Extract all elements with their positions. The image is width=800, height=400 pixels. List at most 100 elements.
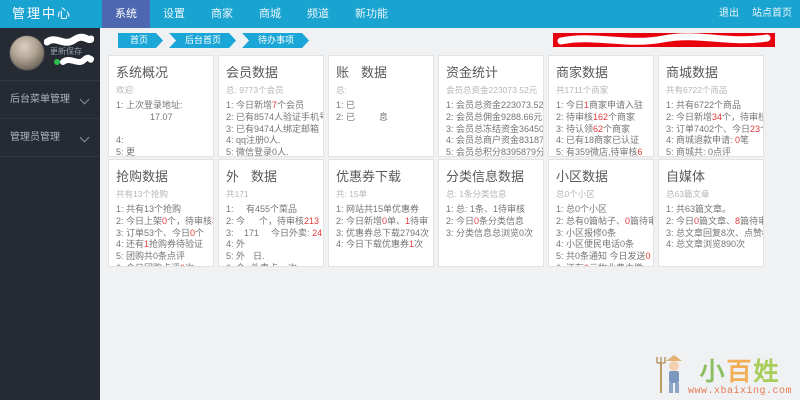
stat-card: 抢购数据共有13个抢购 1: 共有13个抢购2: 今日上架0个，待审核3个3: 订… bbox=[108, 159, 214, 267]
sidebar-menu: 后台菜单管理 管理员管理 bbox=[0, 81, 100, 157]
redacted-text-gap bbox=[135, 149, 163, 155]
card-subtitle: 总: 9773个会员 bbox=[226, 85, 284, 95]
top-header-bar: 管理中心 系统 设置 商家 商城 频道 新功能 退出 站点首页 bbox=[0, 0, 800, 28]
notice-banner bbox=[553, 33, 775, 47]
card-stat-line: 5: 共0条通知 今日发送0 bbox=[556, 251, 651, 262]
card-title: 分类信息数据 bbox=[446, 169, 525, 184]
card-title: 系统概况 bbox=[116, 65, 169, 80]
stat-card: 分类信息数据 总: 1条分类信息 1: 总: 1条、1待审核 2: 今日0条分类信息 3… bbox=[438, 159, 544, 267]
card-stat-line: 3: 已有9474人绑定邮箱 bbox=[226, 123, 320, 134]
card-stat-line: 2: 今日新增0单、1待审 bbox=[336, 215, 429, 226]
card-subtitle: 会员总资金223073.52元 bbox=[446, 85, 538, 95]
card-stat-line: 4: 还有1抢购券待验证 bbox=[116, 239, 204, 250]
sidebar-item-管理员管理[interactable]: 管理员管理 bbox=[0, 119, 100, 157]
redacted-text-gap bbox=[355, 114, 379, 120]
nav-item-商城[interactable]: 商城 bbox=[246, 0, 294, 28]
card-stat-line: 1: 有455个菜品 bbox=[226, 204, 298, 214]
chevron-down-icon bbox=[79, 94, 90, 105]
card-title: 自媒体 bbox=[666, 169, 706, 184]
breadcrumb-后台首页[interactable]: 后台首页 bbox=[169, 33, 236, 48]
redacted-text-gap bbox=[278, 265, 288, 266]
profile-panel: 更新保存 bbox=[0, 28, 100, 81]
card-title: 账数据 bbox=[336, 65, 388, 80]
card-stat-line: 6: 今外卖点次 bbox=[226, 263, 316, 266]
card-stat-line: 1: 共有6722个商品 bbox=[666, 100, 742, 110]
nav-item-系统[interactable]: 系统 bbox=[102, 0, 150, 28]
card-title: 资金统计 bbox=[446, 65, 499, 80]
redacted-text-gap bbox=[249, 191, 269, 197]
breadcrumb-首页[interactable]: 首页 bbox=[118, 33, 163, 48]
card-title: 外数据 bbox=[226, 169, 278, 184]
logout-link[interactable]: 退出 bbox=[719, 0, 739, 28]
redacted-text-gap bbox=[245, 218, 259, 224]
card-stat-line: 4: 总文章浏览890次 bbox=[666, 239, 746, 250]
watermark-brand-text: 小百姓 bbox=[699, 358, 781, 386]
card-stat-line: 5: 更 bbox=[116, 147, 206, 156]
card-stat-line: 3: 订单7402个、今日23个 bbox=[666, 123, 763, 134]
sidebar-item-后台菜单管理[interactable]: 后台菜单管理 bbox=[0, 81, 100, 119]
card-stat-line: 1: 已 bbox=[336, 100, 426, 112]
card-stat-line: 1: 共有13个抢购 bbox=[116, 204, 182, 214]
card-stat-line: 3: 分类信息总浏览0次 bbox=[446, 227, 534, 238]
card-stat-line: 5: 微信登录0人. bbox=[226, 147, 289, 157]
card-stat-line: 2: 今日新增34个，待审核47个 bbox=[666, 111, 764, 122]
card-stat-line: 4: 会员总商户资金83187.19元 bbox=[446, 135, 544, 146]
card-stat-line: 5: 团购共0条点评 bbox=[116, 251, 186, 262]
redacted-text-gap bbox=[135, 87, 177, 93]
card-stat-line: 1: 会员总资金223073.52元 bbox=[446, 100, 544, 110]
site-home-link[interactable]: 站点首页 bbox=[752, 0, 792, 28]
nav-item-设置[interactable]: 设置 bbox=[150, 0, 198, 28]
card-stat-line: 2: 今日0条分类信息 bbox=[446, 215, 525, 226]
card-subtitle: 总: bbox=[336, 84, 426, 96]
card-title: 商城数据 bbox=[666, 65, 719, 80]
redacted-text-gap bbox=[116, 114, 150, 120]
card-stat-line: 3: 待认领62个商家 bbox=[556, 123, 631, 134]
stat-card: 资金统计 会员总资金223073.52元 1: 会员总资金223073.52元 2: … bbox=[438, 55, 544, 157]
card-subtitle: 总63篇文章 bbox=[666, 189, 710, 199]
redacted-text-gap bbox=[355, 102, 383, 108]
redacted-text-gap bbox=[236, 230, 244, 236]
card-stat-line: 1: 总0个小区 bbox=[556, 204, 608, 214]
card-subtitle: 总0个小区 bbox=[556, 189, 595, 199]
card-stat-line: 4: bbox=[116, 135, 206, 147]
stat-card: 小区数据总0个小区 1: 总0个小区2: 总有0篇帖子、0篇待审核3: 小区报修0… bbox=[548, 159, 654, 267]
card-stat-line: 6: 今日团购点评0次 bbox=[116, 263, 206, 266]
site-watermark: 小百姓 www.xbaixing.com bbox=[656, 353, 792, 397]
stat-card: 外数据 共171 1: 有455个菜品 2: 今个，待审核213 3: 171 今日外卖:… bbox=[218, 159, 324, 267]
card-stat-line: 1: 今日新增7个会员 bbox=[226, 100, 305, 110]
redacted-text-gap bbox=[116, 126, 132, 132]
card-stat-line: 6: 还有0元物业费未缴 bbox=[556, 263, 646, 266]
card-stat-line: 2: 已息 bbox=[336, 111, 389, 122]
redacted-text-gap bbox=[347, 87, 369, 93]
redacted-text-gap bbox=[239, 175, 251, 181]
card-subtitle: 共: 15单 bbox=[336, 189, 368, 199]
online-status-dot bbox=[54, 59, 60, 65]
card-stat-line: 4: 已有18商家已认证 bbox=[556, 135, 640, 146]
update-save-button[interactable]: 更新保存 bbox=[50, 46, 82, 57]
nav-item-新功能[interactable]: 新功能 bbox=[342, 0, 401, 28]
card-stat-line: 1: 上次登录地址: bbox=[116, 100, 206, 112]
card-stat-line: 5: 会员总积分8395879分 bbox=[446, 147, 544, 157]
breadcrumb: 首页 后台首页 待办事项 bbox=[118, 33, 309, 48]
nav-item-频道[interactable]: 频道 bbox=[294, 0, 342, 28]
card-stat-line bbox=[116, 124, 206, 136]
card-title: 小区数据 bbox=[556, 169, 609, 184]
stat-card: 优惠券下载 共: 15单 1: 网站共15单优惠券 2: 今日新增0单、1待审 3: 优… bbox=[328, 159, 434, 267]
card-stat-line: 17.07 bbox=[116, 112, 206, 124]
card-stat-line: 3: 优惠券总下载2794次 bbox=[336, 227, 430, 238]
nav-item-商家[interactable]: 商家 bbox=[198, 0, 246, 28]
card-stat-line: 3: 订单53个、今日0个 bbox=[116, 227, 205, 238]
stat-card: 账数据总: 1: 已 2: 已息 bbox=[328, 55, 434, 157]
sidebar: 更新保存 后台菜单管理 管理员管理 bbox=[0, 28, 100, 400]
card-stat-line: 1: 共63篇文章。 bbox=[666, 204, 732, 214]
breadcrumb-待办事项[interactable]: 待办事项 bbox=[242, 33, 309, 48]
redacted-text-gap bbox=[236, 206, 246, 212]
stat-card: 自媒体总63篇文章 1: 共63篇文章。2: 今日0篇文章、8篇待审核3: 总文章… bbox=[658, 159, 764, 267]
card-stat-line: 3: 会员总冻结资金364500元 bbox=[446, 123, 544, 134]
redacted-text-gap bbox=[259, 230, 271, 236]
redacted-text-gap bbox=[126, 137, 160, 143]
card-subtitle: 欢迎: bbox=[116, 84, 206, 96]
card-subtitle: 共有13个抢购 bbox=[116, 189, 168, 199]
card-stat-line: 4: 商城退款申请: 0笔 bbox=[666, 135, 750, 146]
card-title: 抢购数据 bbox=[116, 169, 169, 184]
